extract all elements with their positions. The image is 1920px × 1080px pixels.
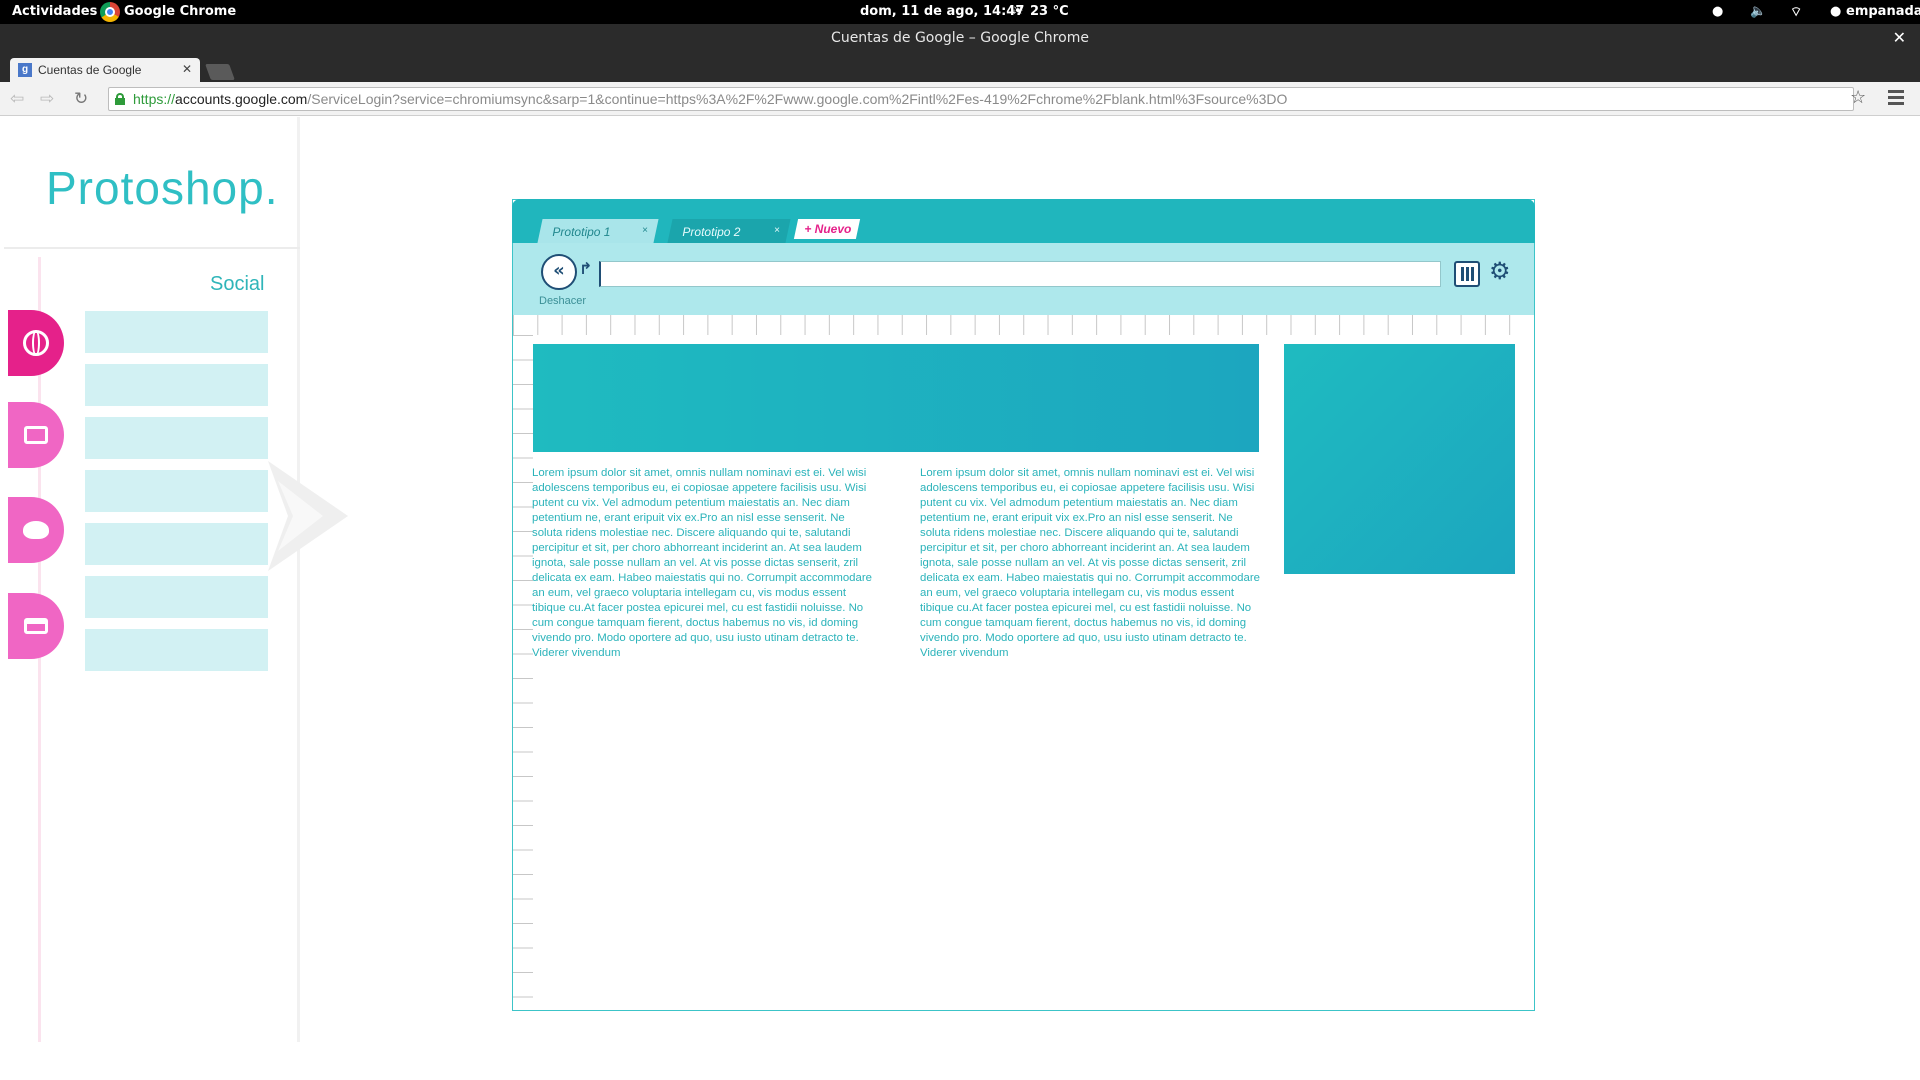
card-icon[interactable] bbox=[8, 593, 64, 659]
editor-tab-bar: Prototipo 1 × Prototipo 2 × + Nuevo bbox=[512, 199, 1535, 243]
forward-icon[interactable]: ⇨ bbox=[40, 89, 54, 109]
side-block[interactable] bbox=[1284, 344, 1515, 574]
text-column-1[interactable]: Lorem ipsum dolor sit amet, omnis nullam… bbox=[532, 466, 877, 661]
back-icon[interactable]: ⇦ bbox=[10, 89, 24, 109]
app-menu[interactable]: Google Chrome bbox=[124, 4, 236, 19]
brand-logo: Protoshop. bbox=[46, 162, 279, 214]
window-title-bar: Cuentas de Google – Google Chrome ✕ bbox=[0, 24, 1920, 52]
browser-toolbar: ⇦ ⇨ ↻ https://accounts.google.com/Servic… bbox=[0, 82, 1920, 116]
page-content: Protoshop. Social Prototipo 1 × Prototip… bbox=[0, 117, 1920, 1080]
browser-tab[interactable]: g Cuentas de Google ✕ bbox=[10, 58, 200, 82]
component-slot[interactable] bbox=[85, 470, 268, 512]
globe-icon[interactable] bbox=[8, 310, 64, 376]
volume-icon[interactable]: 🔈 bbox=[1750, 4, 1766, 19]
expand-arrow-icon[interactable] bbox=[268, 461, 348, 571]
user-icon: ● bbox=[1830, 4, 1842, 19]
gnome-top-bar: Actividades Google Chrome dom, 11 de ago… bbox=[0, 0, 1920, 24]
editor-toolbar: « ↱ Deshacer ⚙ bbox=[513, 243, 1534, 315]
close-window-icon[interactable]: ✕ bbox=[1893, 28, 1906, 47]
activities-button[interactable]: Actividades bbox=[12, 4, 97, 19]
undo-button[interactable]: « bbox=[541, 254, 577, 290]
tab-prototipo-1[interactable]: Prototipo 1 × bbox=[537, 219, 659, 243]
undo-label: Deshacer bbox=[539, 295, 587, 307]
component-slot[interactable] bbox=[85, 523, 268, 565]
address-bar[interactable]: https://accounts.google.com/ServiceLogin… bbox=[108, 87, 1854, 111]
lock-icon bbox=[115, 93, 125, 105]
gear-icon[interactable]: ⚙ bbox=[1489, 257, 1511, 285]
hero-block[interactable] bbox=[533, 344, 1259, 452]
close-tab-icon[interactable]: ✕ bbox=[182, 62, 192, 76]
reload-icon[interactable]: ↻ bbox=[74, 89, 88, 109]
weather[interactable]: 23 °C bbox=[1030, 4, 1069, 19]
palette-icon[interactable] bbox=[8, 497, 64, 563]
prototype-url-input[interactable] bbox=[599, 261, 1441, 287]
component-slot[interactable] bbox=[85, 311, 268, 353]
vertical-ruler bbox=[513, 335, 533, 1012]
clock[interactable]: dom, 11 de ago, 14:47 bbox=[860, 4, 1024, 19]
tab-prototipo-2[interactable]: Prototipo 2 × bbox=[667, 219, 791, 243]
horizontal-ruler bbox=[513, 315, 1518, 335]
component-slot[interactable] bbox=[85, 364, 268, 406]
text-column-2[interactable]: Lorem ipsum dolor sit amet, omnis nullam… bbox=[920, 466, 1265, 661]
close-tab-icon[interactable]: × bbox=[642, 225, 648, 236]
url-text: https://accounts.google.com/ServiceLogin… bbox=[133, 91, 1288, 107]
section-title: Social bbox=[210, 273, 265, 295]
protoshop-sidebar: Protoshop. Social bbox=[0, 117, 300, 1042]
window-title: Cuentas de Google – Google Chrome bbox=[831, 30, 1089, 46]
chrome-logo-icon bbox=[100, 2, 120, 22]
tab-title: Cuentas de Google bbox=[38, 63, 142, 77]
sun-icon: ☀ bbox=[1012, 4, 1024, 19]
redo-icon[interactable]: ↱ bbox=[579, 259, 592, 278]
chrome-menu-icon[interactable] bbox=[1888, 90, 1904, 108]
component-slot[interactable] bbox=[85, 417, 268, 459]
divider bbox=[4, 247, 300, 249]
google-favicon-icon: g bbox=[18, 63, 32, 77]
prototype-editor: Prototipo 1 × Prototipo 2 × + Nuevo « ↱ De… bbox=[512, 199, 1535, 1012]
new-tab-button[interactable] bbox=[205, 64, 235, 80]
component-slot[interactable] bbox=[85, 576, 268, 618]
wifi-icon[interactable]: ⌔ bbox=[1790, 4, 1802, 20]
tab-strip: g Cuentas de Google ✕ bbox=[0, 52, 1920, 82]
close-tab-icon[interactable]: × bbox=[774, 225, 780, 236]
bookmark-star-icon[interactable]: ☆ bbox=[1850, 87, 1866, 108]
user-menu[interactable]: empanada bbox=[1846, 4, 1920, 19]
component-slot[interactable] bbox=[85, 629, 268, 671]
photos-icon[interactable] bbox=[8, 402, 64, 468]
columns-icon[interactable] bbox=[1454, 261, 1480, 287]
new-prototype-button[interactable]: + Nuevo bbox=[793, 219, 861, 239]
chat-icon[interactable]: ● bbox=[1712, 4, 1723, 19]
